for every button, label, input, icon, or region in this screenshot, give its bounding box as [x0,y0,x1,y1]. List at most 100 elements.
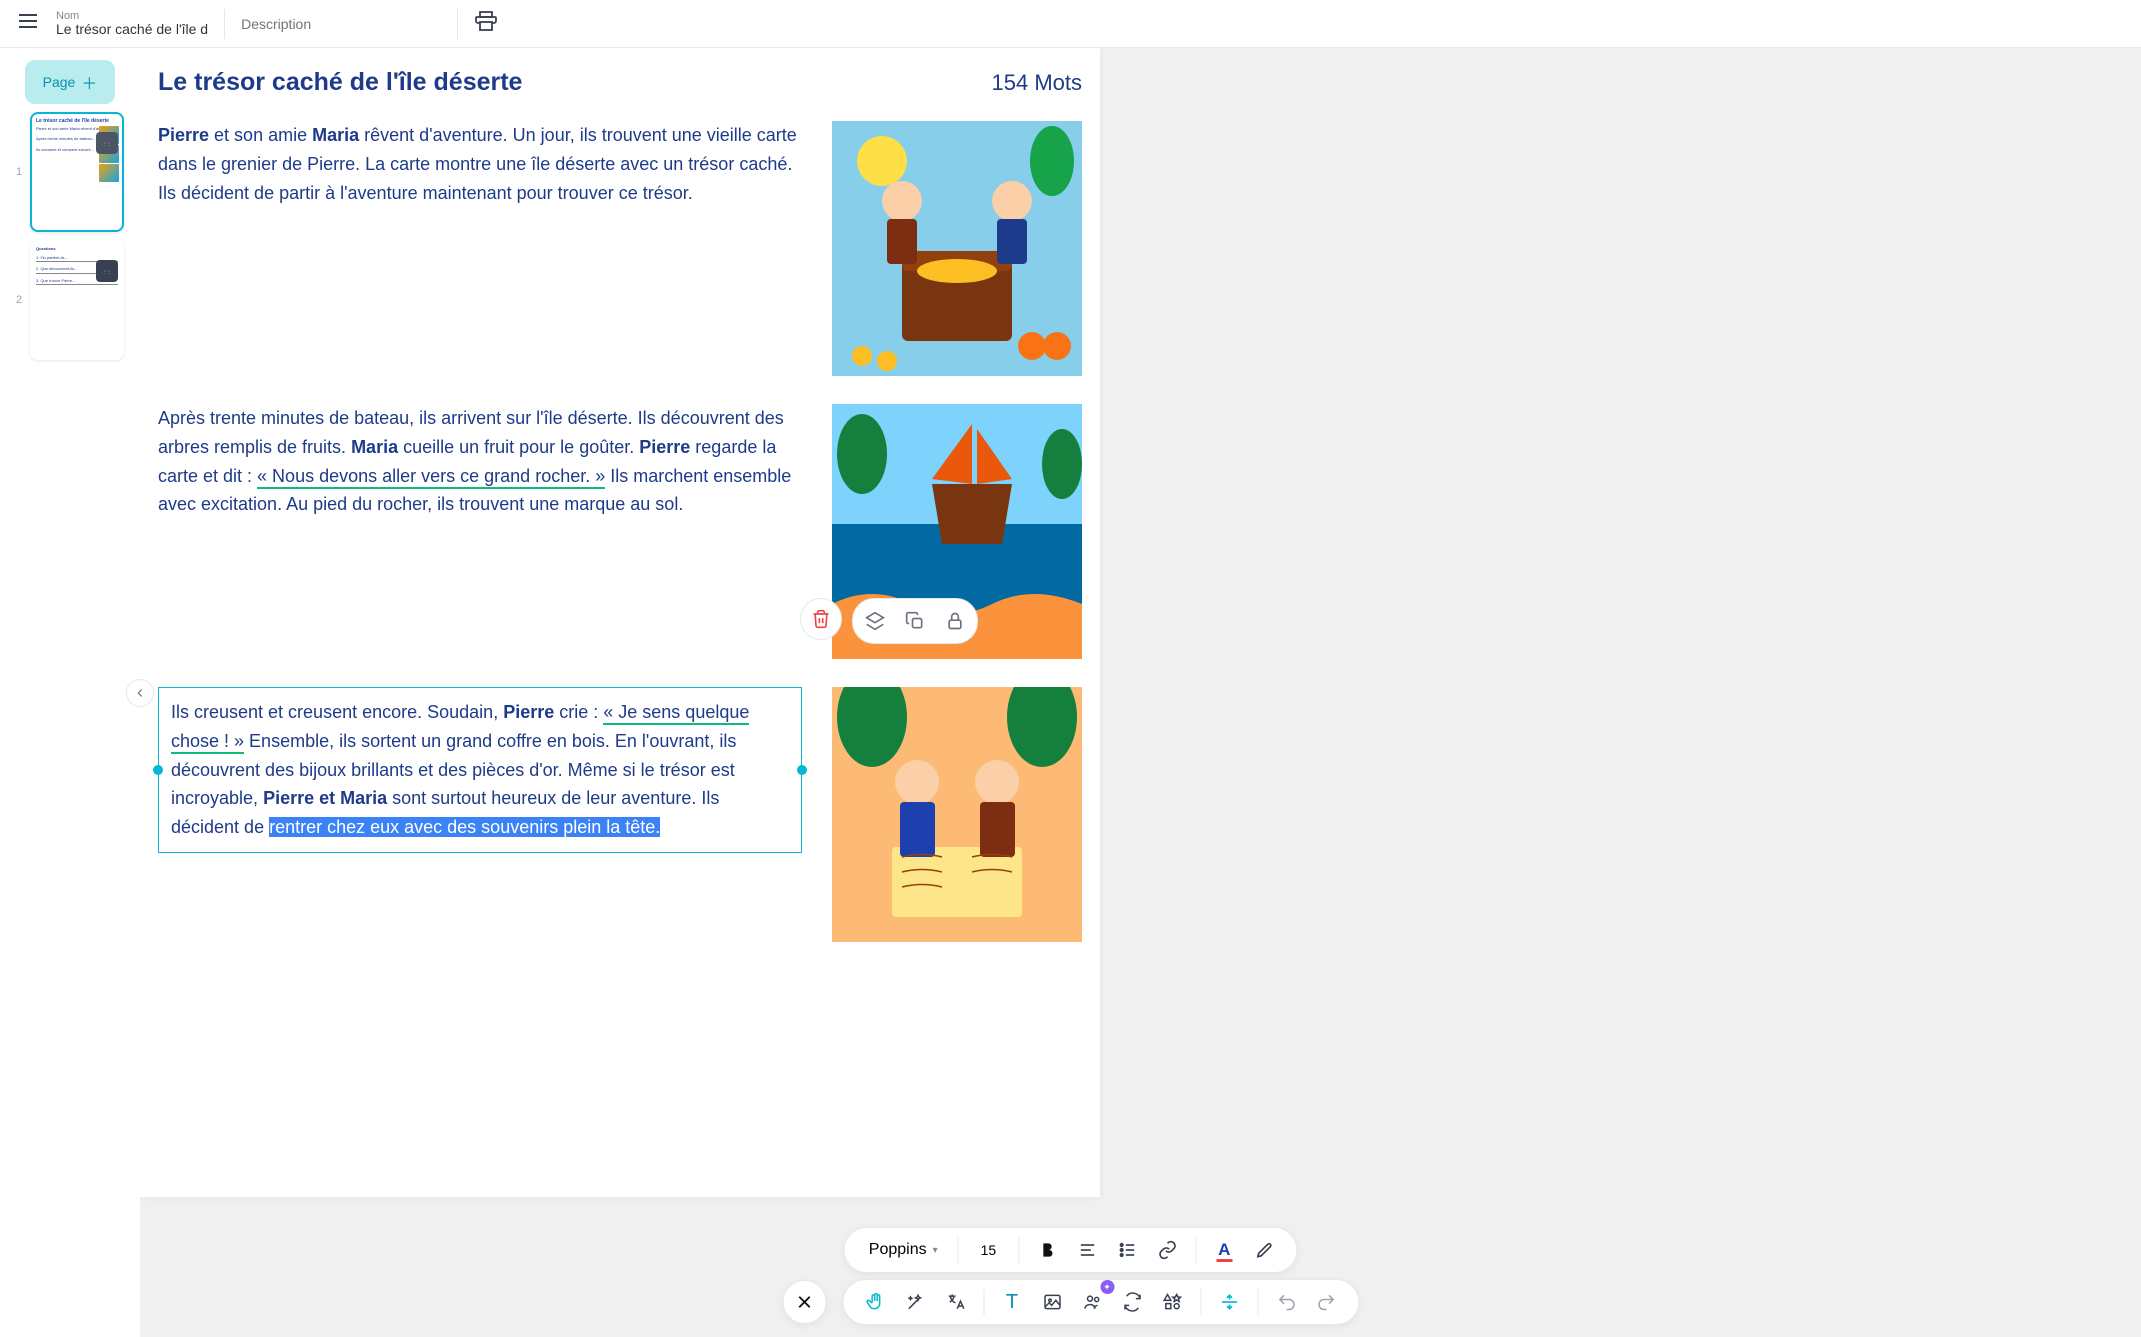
drag-handle-icon[interactable]: ⋮⋮ [96,132,118,154]
paragraph-1[interactable]: Pierre et son amie Maria rêvent d'aventu… [158,121,802,207]
text-color-button[interactable]: A [1206,1232,1242,1268]
trash-icon [811,609,831,629]
page-thumbnail-1[interactable]: Le trésor caché de l'île déserte Pierre … [30,112,124,232]
new-badge-icon: ✦ [1100,1280,1114,1294]
shapes-icon [1162,1292,1182,1312]
layers-icon [865,611,885,631]
font-size-input[interactable]: 15 [969,1242,1009,1258]
topbar: Nom Le trésor caché de l'île d [0,0,2141,48]
highlighter-icon [1254,1240,1274,1260]
link-icon [1157,1240,1177,1260]
translate-icon [945,1292,965,1312]
document-page: Le trésor caché de l'île déserte 154 Mot… [140,48,1100,1197]
undo-button[interactable] [1268,1284,1304,1320]
text-bold: Maria [351,437,398,457]
text-bold: Pierre [158,125,209,145]
plus-icon: ＋ [81,70,97,94]
content-block-1[interactable]: Pierre et son amie Maria rêvent d'aventu… [158,121,1082,376]
layer-button[interactable] [857,603,893,639]
sidebar: Page ＋ 1 Le trésor caché de l'île désert… [0,48,140,1337]
story-image-1[interactable] [832,121,1082,376]
collapse-sidebar-button[interactable] [126,679,154,707]
redo-button[interactable] [1308,1284,1344,1320]
chevron-down-icon: ▾ [933,1245,938,1256]
hand-icon [865,1292,885,1312]
canvas[interactable]: Le trésor caché de l'île déserte 154 Mot… [140,48,2141,1337]
hand-tool-button[interactable] [857,1284,893,1320]
font-family-select[interactable]: Poppins ▾ [859,1241,948,1259]
add-page-button[interactable]: Page ＋ [25,60,116,104]
lock-button[interactable] [937,603,973,639]
align-button[interactable] [1069,1232,1105,1268]
drag-handle-icon[interactable]: ⋮⋮ [96,260,118,282]
name-label: Nom [56,10,208,22]
text-highlighted: « Nous devons aller vers ce grand rocher… [257,466,605,489]
separator [457,9,458,39]
wand-icon [905,1292,925,1312]
text: crie : [554,702,603,722]
delete-button[interactable] [800,598,842,640]
name-field[interactable]: Nom Le trésor caché de l'île d [56,10,208,37]
separator [1200,1289,1201,1315]
font-family-value: Poppins [869,1241,927,1259]
thumb-number: 2 [16,294,24,306]
text-bold: Pierre [639,437,690,457]
menu-button[interactable] [16,9,40,38]
split-tool-button[interactable] [1211,1284,1247,1320]
paragraph-3[interactable]: Ils creusent et creusent encore. Soudain… [171,698,789,842]
text-bold: Pierre et Maria [263,788,387,808]
image-icon [1042,1292,1062,1312]
text-tool-button[interactable]: T [994,1284,1030,1320]
text: Ils creusent et creusent encore. Soudain… [171,702,503,722]
redo-icon [1316,1292,1336,1312]
word-count: 154 Mots [992,70,1083,96]
print-button[interactable] [474,9,498,38]
bold-button[interactable] [1029,1232,1065,1268]
text-selected: rentrer chez eux avec des souvenirs plei… [269,817,660,837]
bold-icon [1037,1240,1057,1260]
magic-wand-button[interactable] [897,1284,933,1320]
text-bold: Maria [312,125,359,145]
text-icon: T [1006,1291,1018,1314]
paragraph-2[interactable]: Après trente minutes de bateau, ils arri… [158,404,802,519]
split-icon [1219,1292,1239,1312]
undo-icon [1276,1292,1296,1312]
thumb-number: 1 [16,166,24,178]
sync-tool-button[interactable] [1114,1284,1150,1320]
align-icon [1077,1240,1097,1260]
translate-button[interactable] [937,1284,973,1320]
highlighter-button[interactable] [1246,1232,1282,1268]
list-icon [1117,1240,1137,1260]
separator [958,1237,959,1263]
people-tool-button[interactable]: ✦ [1074,1284,1110,1320]
story-image-3[interactable] [832,687,1082,942]
list-button[interactable] [1109,1232,1145,1268]
copy-icon [905,611,925,631]
shapes-tool-button[interactable] [1154,1284,1190,1320]
image-tool-button[interactable] [1034,1284,1070,1320]
separator [1257,1289,1258,1315]
close-toolbar-button[interactable] [782,1280,826,1324]
selection-handle[interactable] [153,765,163,775]
text-toolbar: Poppins ▾ 15 A [844,1227,1297,1273]
name-value: Le trésor caché de l'île d [56,22,208,37]
separator [1018,1237,1019,1263]
add-page-label: Page [43,74,76,90]
page-thumbnail-2[interactable]: Questions 1. Où partent-ils... 2. Que dé… [30,240,124,360]
separator [224,9,225,39]
close-icon [795,1293,813,1311]
text: et son amie [209,125,312,145]
content-block-3[interactable]: Ils creusent et creusent encore. Soudain… [158,687,1082,942]
text-bold: Pierre [503,702,554,722]
description-input[interactable] [241,16,441,32]
selection-handle[interactable] [797,765,807,775]
text: cueille un fruit pour le goûter. [398,437,639,457]
lock-icon [945,611,965,631]
link-button[interactable] [1149,1232,1185,1268]
sync-icon [1122,1292,1142,1312]
document-title: Le trésor caché de l'île déserte [158,68,522,97]
main-toolbar: T ✦ [842,1279,1359,1325]
separator [983,1289,984,1315]
people-icon [1082,1292,1102,1312]
copy-button[interactable] [897,603,933,639]
